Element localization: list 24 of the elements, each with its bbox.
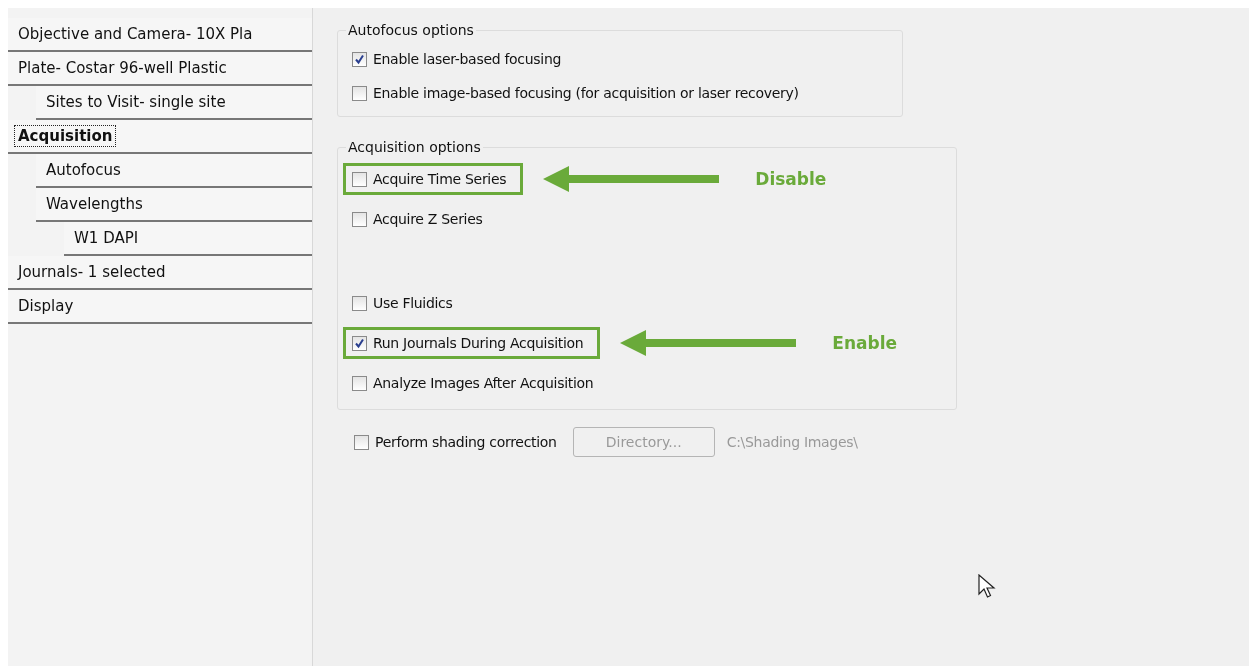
option-label: Enable laser-based focusing — [373, 51, 562, 67]
option-label: Perform shading correction — [375, 434, 557, 450]
path-text: C:\Shading Images\ — [726, 434, 858, 450]
option-label: Acquire Z Series — [373, 211, 483, 227]
checkbox[interactable] — [352, 211, 367, 227]
group-title: Acquisition options — [347, 139, 482, 155]
callout-label: Enable — [832, 333, 898, 353]
cursor-icon — [978, 574, 996, 600]
arrow-icon — [543, 166, 720, 192]
option-label: Run Journals During Acquisition — [373, 335, 584, 351]
option-label: Analyze Images After Acquisition — [373, 375, 594, 391]
group-title: Autofocus options — [347, 22, 475, 38]
checkbox[interactable] — [352, 171, 367, 187]
checkbox[interactable] — [352, 85, 367, 101]
checkbox[interactable] — [352, 375, 367, 391]
callout-label: Disable — [755, 169, 827, 189]
option-label: Enable image-based focusing (for acquisition or laser recovery) — [373, 85, 799, 101]
arrow-icon — [620, 330, 797, 356]
checkbox[interactable] — [352, 295, 367, 311]
checkbox[interactable] — [352, 51, 367, 67]
option-label: Use Fluidics — [373, 295, 453, 311]
option-label: Acquire Time Series — [373, 171, 507, 187]
checkbox[interactable] — [352, 335, 367, 351]
checkbox[interactable] — [354, 434, 369, 450]
